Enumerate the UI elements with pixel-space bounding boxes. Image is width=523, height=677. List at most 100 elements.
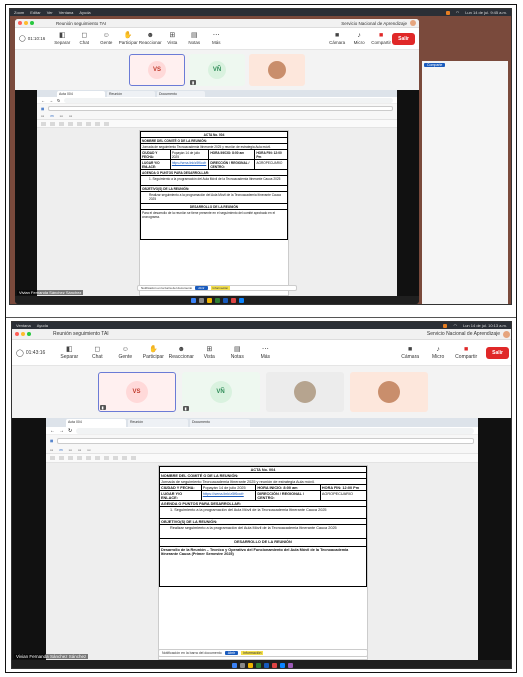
ribbon-tab[interactable]: ▭ [50, 114, 53, 118]
participant-tile[interactable] [265, 372, 344, 412]
tab-acta[interactable]: Acta 004 [66, 419, 126, 427]
menu-item[interactable]: Ver [47, 10, 53, 15]
people-button[interactable]: ☺ Gente [95, 32, 117, 45]
participate-button[interactable]: ✋ Participar [139, 346, 167, 360]
share-button[interactable]: Comparte [424, 63, 446, 67]
tool-icon[interactable] [122, 456, 127, 460]
tool-icon[interactable] [41, 121, 46, 126]
app-icon[interactable] [230, 297, 236, 303]
tool-icon[interactable] [68, 121, 73, 126]
share-screen-button[interactable]: ■ Compartir [370, 32, 392, 45]
tool-icon[interactable] [104, 456, 109, 460]
participant-tile[interactable]: VÑ ▮ [181, 372, 260, 412]
status-icon[interactable] [443, 323, 448, 328]
close-icon[interactable] [18, 21, 22, 25]
menu-item[interactable]: Ayuda [37, 323, 48, 328]
chat-button[interactable]: ◻ Chat [73, 32, 95, 45]
tool-icon[interactable] [50, 456, 55, 460]
notification-button[interactable]: Abrir [195, 286, 208, 290]
chat-button[interactable]: ◻ Chat [83, 346, 111, 360]
address-bar[interactable] [64, 97, 393, 103]
tab-other[interactable]: Documento [190, 419, 250, 427]
ribbon-tab[interactable]: ▭ [78, 448, 81, 452]
tool-icon[interactable] [104, 121, 109, 126]
wifi-icon[interactable]: ◠ [453, 323, 457, 328]
back-icon[interactable]: ← [50, 428, 55, 434]
shield-icon[interactable]: ◯ [19, 35, 26, 42]
tool-icon[interactable] [59, 121, 64, 126]
search-input[interactable] [57, 437, 474, 444]
browser-icon[interactable] [238, 297, 244, 303]
tool-icon[interactable] [50, 121, 55, 126]
word-icon[interactable] [264, 662, 269, 668]
react-button[interactable]: ☻ Reaccionar [139, 32, 162, 45]
close-icon[interactable] [15, 332, 19, 336]
leave-button[interactable]: Salir [486, 346, 509, 359]
meeting-link[interactable]: https://sena.link/z5f6ocfr [169, 159, 210, 170]
app-icon[interactable] [288, 662, 293, 668]
more-button[interactable]: ⋯ Más [205, 32, 227, 45]
meeting-link[interactable]: https://sena.link/z5f6ocfr [200, 490, 257, 501]
tool-icon[interactable] [86, 121, 91, 126]
participant-tile[interactable]: VS ▮ [97, 372, 176, 412]
react-button[interactable]: ☻ Reaccionar [167, 346, 195, 360]
folder-icon[interactable] [206, 297, 212, 303]
participant-tile[interactable]: VS [129, 54, 185, 86]
back-icon[interactable]: ← [41, 98, 45, 103]
view-button[interactable]: ⊞ Vista [195, 346, 223, 360]
start-icon[interactable] [190, 297, 196, 303]
tab-other[interactable]: Documento [157, 91, 205, 97]
ribbon-tab[interactable]: ▭ [59, 448, 62, 452]
tool-icon[interactable] [59, 456, 64, 460]
reload-icon[interactable]: ↻ [57, 98, 60, 103]
menu-item[interactable]: Editar [30, 10, 40, 15]
shield-icon[interactable]: ◯ [16, 349, 24, 357]
mic-button[interactable]: ♪ Micro [424, 346, 452, 360]
minimize-icon[interactable] [24, 21, 28, 25]
separate-button[interactable]: ◧ Separar [55, 346, 83, 360]
tool-icon[interactable] [77, 456, 82, 460]
search-icon[interactable] [240, 662, 245, 668]
address-bar[interactable] [76, 427, 474, 434]
search-input[interactable] [48, 106, 393, 111]
more-button[interactable]: ⋯ Más [251, 346, 279, 360]
tool-icon[interactable] [86, 456, 91, 460]
mic-button[interactable]: ♪ Micro [348, 32, 370, 45]
tab-acta[interactable]: Acta 004 [57, 91, 105, 97]
ribbon-tab[interactable]: ▭ [41, 114, 44, 118]
forward-icon[interactable]: → [49, 98, 53, 103]
ribbon-tab[interactable]: ▭ [50, 448, 53, 452]
avatar[interactable] [503, 330, 510, 338]
zoom-icon[interactable] [27, 332, 31, 336]
menu-item[interactable]: Ventana [59, 10, 74, 15]
ribbon-tab[interactable]: ▭ [87, 448, 90, 452]
status-icon[interactable] [445, 10, 450, 15]
minimize-icon[interactable] [21, 332, 25, 336]
participant-tile[interactable] [249, 54, 305, 86]
folder-icon[interactable] [248, 662, 253, 668]
tool-icon[interactable] [113, 456, 118, 460]
separate-button[interactable]: ◧ Separar [51, 32, 73, 45]
notes-button[interactable]: ▤ Notas [183, 32, 205, 45]
participate-button[interactable]: ✋ Participar [117, 32, 139, 45]
tool-icon[interactable] [68, 456, 73, 460]
participant-tile[interactable] [349, 372, 428, 412]
zoom-icon[interactable] [30, 21, 34, 25]
people-button[interactable]: ☺ Gente [111, 346, 139, 360]
share-screen-button[interactable]: ■ Compartir [452, 346, 480, 360]
start-icon[interactable] [232, 662, 237, 668]
word-icon[interactable] [222, 297, 228, 303]
camera-button[interactable]: ■ Cámara [396, 346, 424, 360]
document-page[interactable]: ACTA No. 004 NOMBRE DEL COMITÉ O DE LA R… [139, 130, 289, 296]
tool-icon[interactable] [95, 456, 100, 460]
browser-icon[interactable] [280, 662, 285, 668]
tool-icon[interactable] [95, 121, 100, 126]
notification-button[interactable]: Abrir [224, 651, 239, 655]
app-icon[interactable] [272, 662, 277, 668]
tab-other[interactable]: Reunión [128, 419, 188, 427]
ribbon-tab[interactable]: ▭ [69, 448, 72, 452]
ribbon-tab[interactable]: ▭ [69, 114, 72, 118]
tab-other[interactable]: Reunión [107, 91, 155, 97]
camera-button[interactable]: ■ Cámara [326, 32, 348, 45]
leave-button[interactable]: Salir [392, 32, 415, 45]
